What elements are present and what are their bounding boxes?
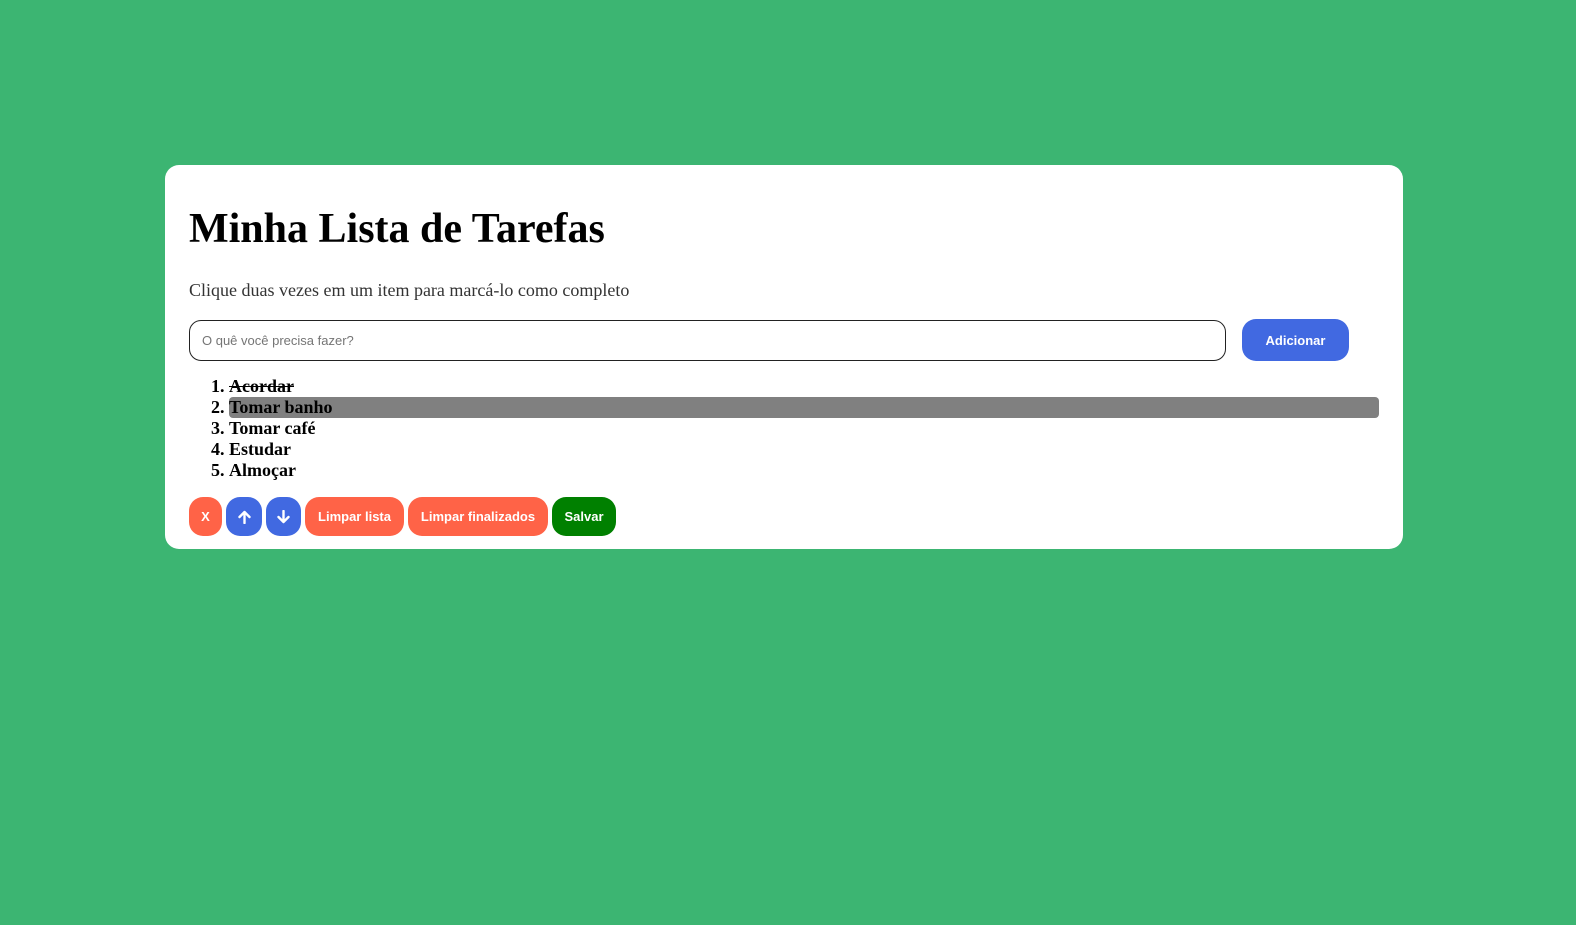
action-bar: X Limpar lista Limpar finalizados Salvar	[189, 497, 616, 536]
move-down-button[interactable]	[266, 497, 301, 536]
task-item[interactable]: Tomar café	[229, 418, 1379, 439]
task-label: Tomar café	[229, 418, 316, 438]
arrow-up-icon	[226, 510, 262, 524]
task-label: Estudar	[229, 439, 292, 459]
arrow-down-icon	[266, 509, 301, 524]
clear-list-button[interactable]: Limpar lista	[305, 497, 404, 536]
task-item[interactable]: Almoçar	[229, 460, 1379, 481]
task-label: Acordar	[229, 376, 294, 396]
save-button[interactable]: Salvar	[552, 497, 616, 536]
task-item[interactable]: Acordar	[229, 376, 1379, 397]
task-label: Almoçar	[229, 460, 296, 480]
task-list: Acordar Tomar banho Tomar café Estudar A…	[211, 376, 1379, 481]
clear-completed-button[interactable]: Limpar finalizados	[408, 497, 548, 536]
task-item[interactable]: Tomar banho	[229, 397, 1379, 418]
task-label: Tomar banho	[229, 397, 1379, 418]
todo-card: Minha Lista de Tarefas Clique duas vezes…	[165, 165, 1403, 549]
new-task-input[interactable]	[189, 320, 1226, 361]
move-up-button[interactable]	[226, 497, 262, 536]
remove-selected-button[interactable]: X	[189, 497, 222, 536]
page-title: Minha Lista de Tarefas	[189, 206, 605, 252]
instructions-text: Clique duas vezes em um item para marcá-…	[189, 280, 630, 300]
add-task-button[interactable]: Adicionar	[1242, 319, 1349, 361]
task-item[interactable]: Estudar	[229, 439, 1379, 460]
